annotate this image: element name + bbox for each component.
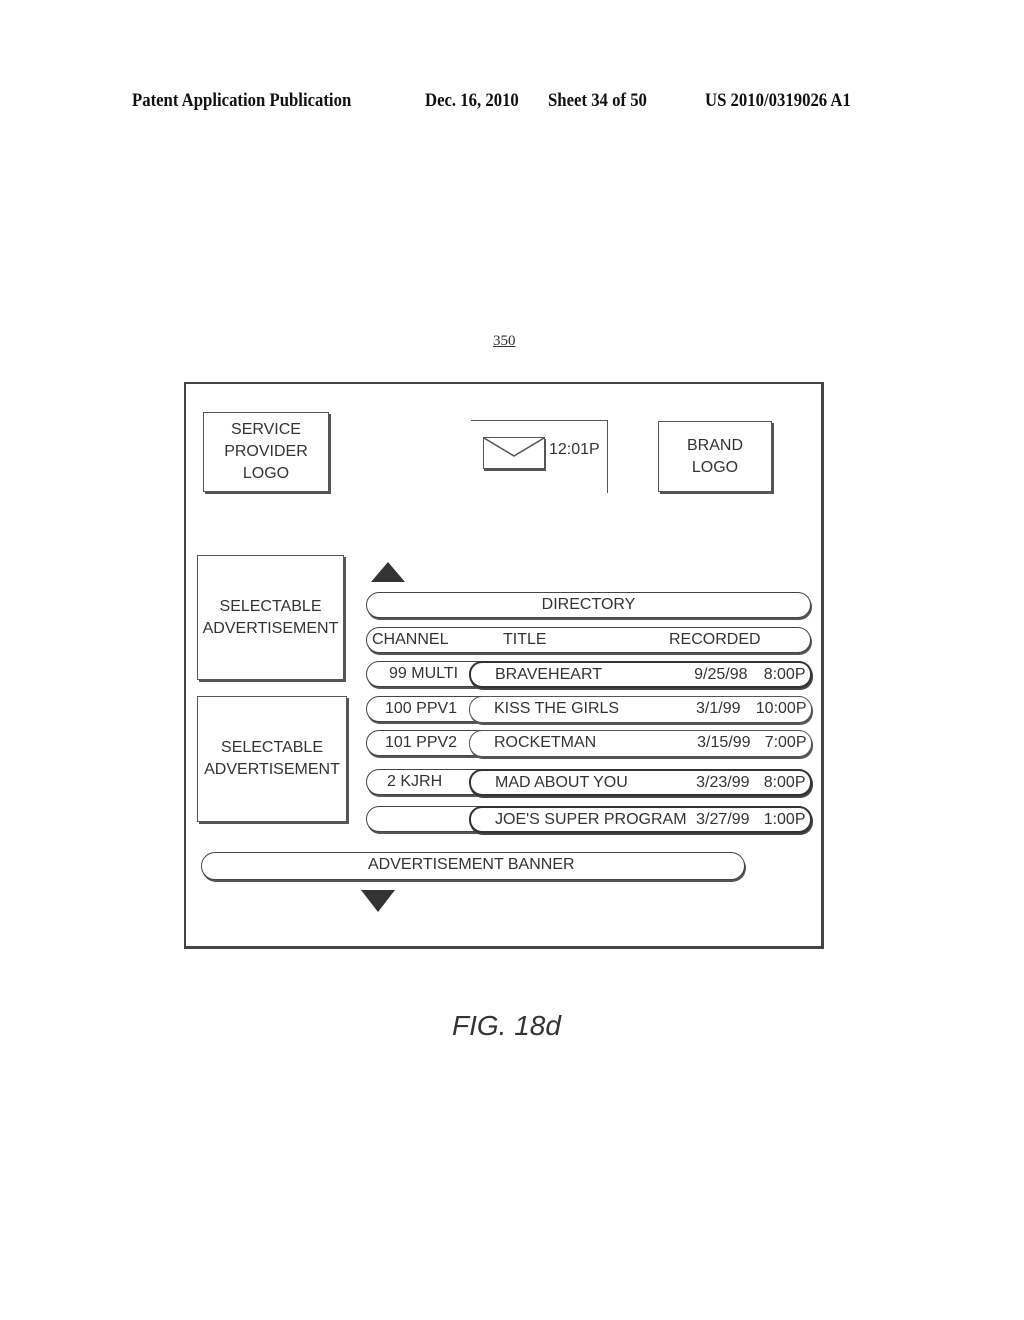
envelope-flap [484,438,544,457]
tv-screen: SERVICE PROVIDER LOGO 12:01P BRAND LOGO … [184,382,824,949]
row-title: ROCKETMAN [494,733,597,751]
row-title: BRAVEHEART [495,665,602,683]
row-program[interactable]: ROCKETMAN 3/15/99 7:00P [469,729,812,757]
table-row[interactable]: 100 PPV1 KISS THE GIRLS 3/1/99 10:00P [366,695,812,723]
row-program[interactable]: MAD ABOUT YOU 3/23/99 8:00P [469,768,812,796]
advertisement-banner[interactable]: ADVERTISEMENT BANNER [201,852,745,880]
row-date: 3/1/99 [696,699,741,717]
row-channel: 99 MULTI [389,665,459,682]
logo-line: BRAND [686,436,743,454]
column-header-row: CHANNEL TITLE RECORDED [366,627,811,653]
row-time: 10:00P [755,699,807,717]
row-date: 3/23/99 [696,773,750,791]
envelope-icon[interactable] [483,437,545,469]
row-date: 3/27/99 [696,810,750,828]
row-channel: 2 KJRH [387,773,443,790]
row-title: MAD ABOUT YOU [495,773,628,791]
publication-label: Patent Application Publication [132,90,352,111]
publication-date: Dec. 16, 2010 [425,90,519,111]
column-recorded[interactable]: RECORDED [669,628,761,651]
ad-line: ADVERTISEMENT [202,619,339,637]
logo-line: SERVICE [231,421,301,438]
row-title: KISS THE GIRLS [494,699,620,717]
scroll-down-icon[interactable] [361,890,395,912]
logo-line: LOGO [691,458,739,476]
sheet-number: Sheet 34 of 50 [548,90,647,111]
directory-title-text: DIRECTORY [541,596,636,613]
row-time: 1:00P [763,810,806,828]
table-row[interactable]: 99 MULTI BRAVEHEART 9/25/98 8:00P [366,660,812,688]
row-time: 7:00P [764,733,807,751]
column-title[interactable]: TITLE [503,628,547,651]
ad-line: SELECTABLE [221,739,323,756]
reference-number: 350 [493,333,516,349]
table-row[interactable]: 101 PPV2 ROCKETMAN 3/15/99 7:00P [366,729,812,757]
column-channel[interactable]: CHANNEL [372,628,448,651]
table-row[interactable]: JOE'S SUPER PROGRAM 3/27/99 1:00P [366,805,812,833]
figure-label: FIG. 18d [452,1010,561,1041]
row-title: JOE'S SUPER PROGRAM [495,810,687,828]
clock-time: 12:01P [549,441,600,458]
selectable-advertisement-1[interactable]: SELECTABLE ADVERTISEMENT [197,555,344,680]
logo-line: PROVIDER [224,443,308,460]
logo-line: LOGO [242,465,290,482]
ad-line: ADVERTISEMENT [204,761,340,778]
patent-number: US 2010/0319026 A1 [705,90,851,111]
ad-line: SELECTABLE [219,597,322,615]
row-program[interactable]: BRAVEHEART 9/25/98 8:00P [469,660,812,688]
directory-title: DIRECTORY [366,592,811,618]
advertisement-banner-text: ADVERTISEMENT BANNER [368,856,575,873]
row-time: 8:00P [763,665,806,683]
row-program[interactable]: JOE'S SUPER PROGRAM 3/27/99 1:00P [469,805,812,833]
table-row[interactable]: 2 KJRH MAD ABOUT YOU 3/23/99 8:00P [366,768,812,796]
row-program[interactable]: KISS THE GIRLS 3/1/99 10:00P [469,695,812,723]
row-date: 3/15/99 [697,733,751,751]
selectable-advertisement-2[interactable]: SELECTABLE ADVERTISEMENT [197,696,347,822]
row-channel: 100 PPV1 [385,700,458,717]
scroll-up-icon[interactable] [371,562,405,582]
row-time: 8:00P [763,773,806,791]
service-provider-logo: SERVICE PROVIDER LOGO [203,412,329,492]
row-channel: 101 PPV2 [385,734,458,751]
status-panel: 12:01P [471,420,608,493]
brand-logo: BRAND LOGO [658,421,772,492]
row-date: 9/25/98 [694,665,748,683]
